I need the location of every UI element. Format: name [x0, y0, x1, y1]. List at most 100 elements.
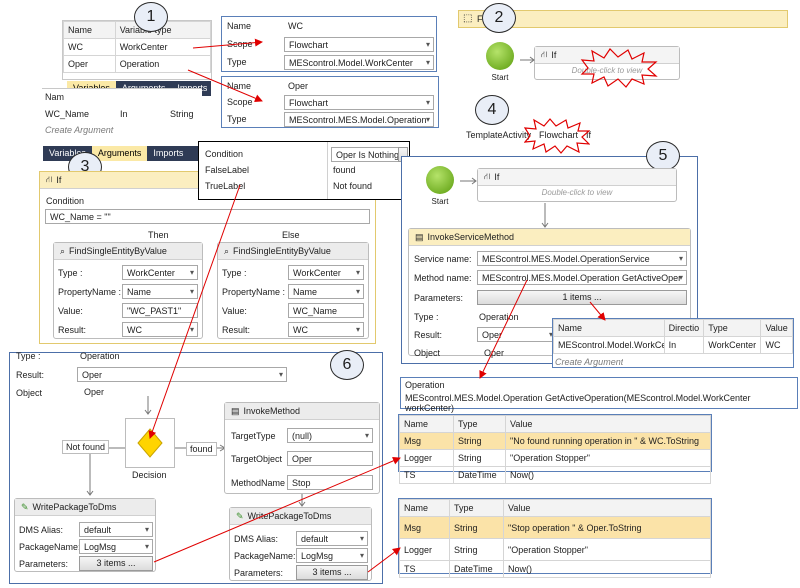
parameters-button[interactable]: 3 items ...: [296, 565, 368, 580]
write-package-header: ✎ WritePackageToDms: [15, 499, 155, 516]
prop-label: TargetType: [231, 431, 276, 441]
type-value: Operation: [80, 351, 120, 361]
prop-label: Method name:: [414, 273, 472, 283]
prop-label: Condition: [205, 149, 244, 159]
if-activity-collapsed[interactable]: ⛙ If Double-click to view: [477, 168, 677, 202]
prop-label: Type :: [58, 268, 83, 278]
if-title: If: [494, 172, 500, 182]
table-row[interactable]: MEScontrol.Model.WorkCente In WorkCenter…: [553, 336, 793, 354]
package-name-select[interactable]: LogMsg: [296, 548, 368, 563]
scope-select[interactable]: Flowchart: [284, 37, 434, 52]
operation-title: Operation: [405, 380, 445, 390]
prop-value[interactable]: WC: [284, 19, 434, 34]
argument-name[interactable]: WC_Name: [45, 109, 89, 119]
condition-value-field[interactable]: Oper Is Nothing: [331, 147, 399, 162]
cell: "Stop operation " & Oper.ToString: [503, 516, 711, 539]
prop-label: Result:: [16, 370, 45, 380]
parameters-button[interactable]: 1 items ...: [477, 290, 687, 305]
prop-label: Scope: [227, 97, 253, 107]
write-package-right[interactable]: ✎ WritePackageToDms DMS Alias: default P…: [229, 507, 372, 581]
condition-property-grid: Condition Oper Is Nothing FalseLabel fou…: [198, 141, 410, 200]
write-package-title: WritePackageToDms: [247, 511, 332, 521]
col-header: Value: [760, 319, 793, 337]
package-name-select[interactable]: LogMsg: [79, 539, 153, 554]
find-icon: ⌕: [60, 245, 66, 256]
service-select[interactable]: MEScontrol.MES.Model.OperationService: [477, 251, 687, 266]
params-table: Name Type Value Msg String "No found run…: [399, 415, 711, 484]
table-row[interactable]: TS DateTime Now(): [399, 560, 711, 578]
method-select[interactable]: MEScontrol.MES.Model.Operation GetActive…: [477, 270, 687, 285]
start-node[interactable]: Start: [480, 42, 520, 82]
scope-select[interactable]: Flowchart: [284, 95, 434, 110]
value-field[interactable]: WC_Name: [288, 303, 364, 318]
dms-alias-select[interactable]: default: [79, 522, 153, 537]
table-row[interactable]: Logger String "Operation Stopper": [399, 449, 711, 467]
variables-grid: Name Variable type WC WorkCenter Oper Op…: [62, 20, 212, 80]
dms-alias-select[interactable]: default: [296, 531, 368, 546]
type-select[interactable]: MEScontrol.Model.WorkCenter: [284, 55, 434, 70]
callout-2: 2: [482, 3, 516, 33]
col-header: Type: [449, 499, 504, 517]
argument-type[interactable]: String: [170, 109, 194, 119]
not-found-edge-label: Not found: [62, 440, 110, 454]
type-select[interactable]: WorkCenter: [288, 265, 364, 280]
result-select[interactable]: WC: [122, 322, 198, 337]
invoke-service-title: InvokeServiceMethod: [427, 232, 515, 242]
target-object-field[interactable]: Oper: [287, 451, 373, 466]
breadcrumb-item[interactable]: TemplateActivity: [466, 130, 531, 144]
write-package-left[interactable]: ✎ WritePackageToDms DMS Alias: default P…: [14, 498, 156, 572]
find-title: FindSingleEntityByValue: [69, 246, 167, 256]
parameters-button[interactable]: 3 items ...: [79, 556, 153, 571]
find-entity-right[interactable]: ⌕ FindSingleEntityByValue Type : WorkCen…: [217, 242, 369, 339]
result-select[interactable]: Oper: [77, 367, 287, 382]
cell: Msg: [399, 516, 450, 539]
tab-arguments[interactable]: Arguments: [91, 146, 148, 161]
value-field[interactable]: "WC_PAST1": [122, 303, 198, 318]
create-argument-link[interactable]: Create Argument: [45, 125, 113, 135]
find-entity-left[interactable]: ⌕ FindSingleEntityByValue Type : WorkCen…: [53, 242, 203, 339]
table-row[interactable]: Msg String "No found running operation i…: [399, 432, 711, 450]
cell: String: [449, 538, 504, 561]
cell: Logger: [399, 449, 454, 467]
prop-label: PackageName:: [19, 542, 81, 552]
property-select[interactable]: Name: [122, 284, 198, 299]
col-header: Value: [503, 499, 711, 517]
cell: String: [453, 432, 506, 450]
true-label-value[interactable]: Not found: [333, 181, 372, 191]
type-select[interactable]: WorkCenter: [122, 265, 198, 280]
col-header: Nam: [45, 92, 65, 102]
argument-direction[interactable]: In: [120, 109, 128, 119]
method-name-field[interactable]: Stop: [287, 475, 373, 490]
cell: In: [663, 336, 705, 354]
false-label-value[interactable]: found: [333, 165, 356, 175]
if-icon: ⛙: [46, 174, 53, 184]
table-row[interactable]: Oper Operation: [63, 55, 212, 73]
condition-field[interactable]: WC_Name = "": [45, 209, 370, 224]
table-row[interactable]: Msg String "Stop operation " & Oper.ToSt…: [399, 516, 711, 539]
property-select[interactable]: Name: [288, 284, 364, 299]
variables-table: Name Variable type WC WorkCenter Oper Op…: [63, 21, 212, 73]
result-select[interactable]: WC: [288, 322, 364, 337]
cell: TS: [399, 560, 450, 578]
tab-imports[interactable]: Imports: [147, 146, 189, 161]
type-select[interactable]: MEScontrol.MES.Model.Operation: [284, 112, 434, 127]
cell: "Operation Stopper": [503, 538, 711, 561]
start-node[interactable]: Start: [420, 166, 460, 206]
wc-property-grid: Name WC Scope Flowchart Type MEScontrol.…: [221, 16, 437, 72]
flowchart-connector-down: [298, 494, 306, 507]
invoke-method-activity[interactable]: ▤ InvokeMethod TargetType (null) TargetO…: [224, 402, 380, 494]
target-type-select[interactable]: (null): [287, 428, 373, 443]
cell: Logger: [399, 538, 450, 561]
table-row[interactable]: WC WorkCenter: [63, 38, 212, 56]
start-icon: [426, 166, 454, 194]
prop-value[interactable]: Oper: [284, 79, 434, 94]
result-select[interactable]: Oper: [477, 327, 557, 342]
table-row[interactable]: Logger String "Operation Stopper": [399, 538, 711, 561]
find-entity-header: ⌕ FindSingleEntityByValue: [54, 243, 202, 260]
invoke-method-header: ▤ InvokeMethod: [225, 403, 379, 420]
then-label: Then: [148, 230, 169, 240]
create-argument-link[interactable]: Create Argument: [555, 357, 623, 367]
table-row[interactable]: TS DateTime Now(): [399, 466, 711, 484]
highlight-burst-if: [580, 48, 658, 88]
callout-5: 5: [646, 141, 680, 171]
